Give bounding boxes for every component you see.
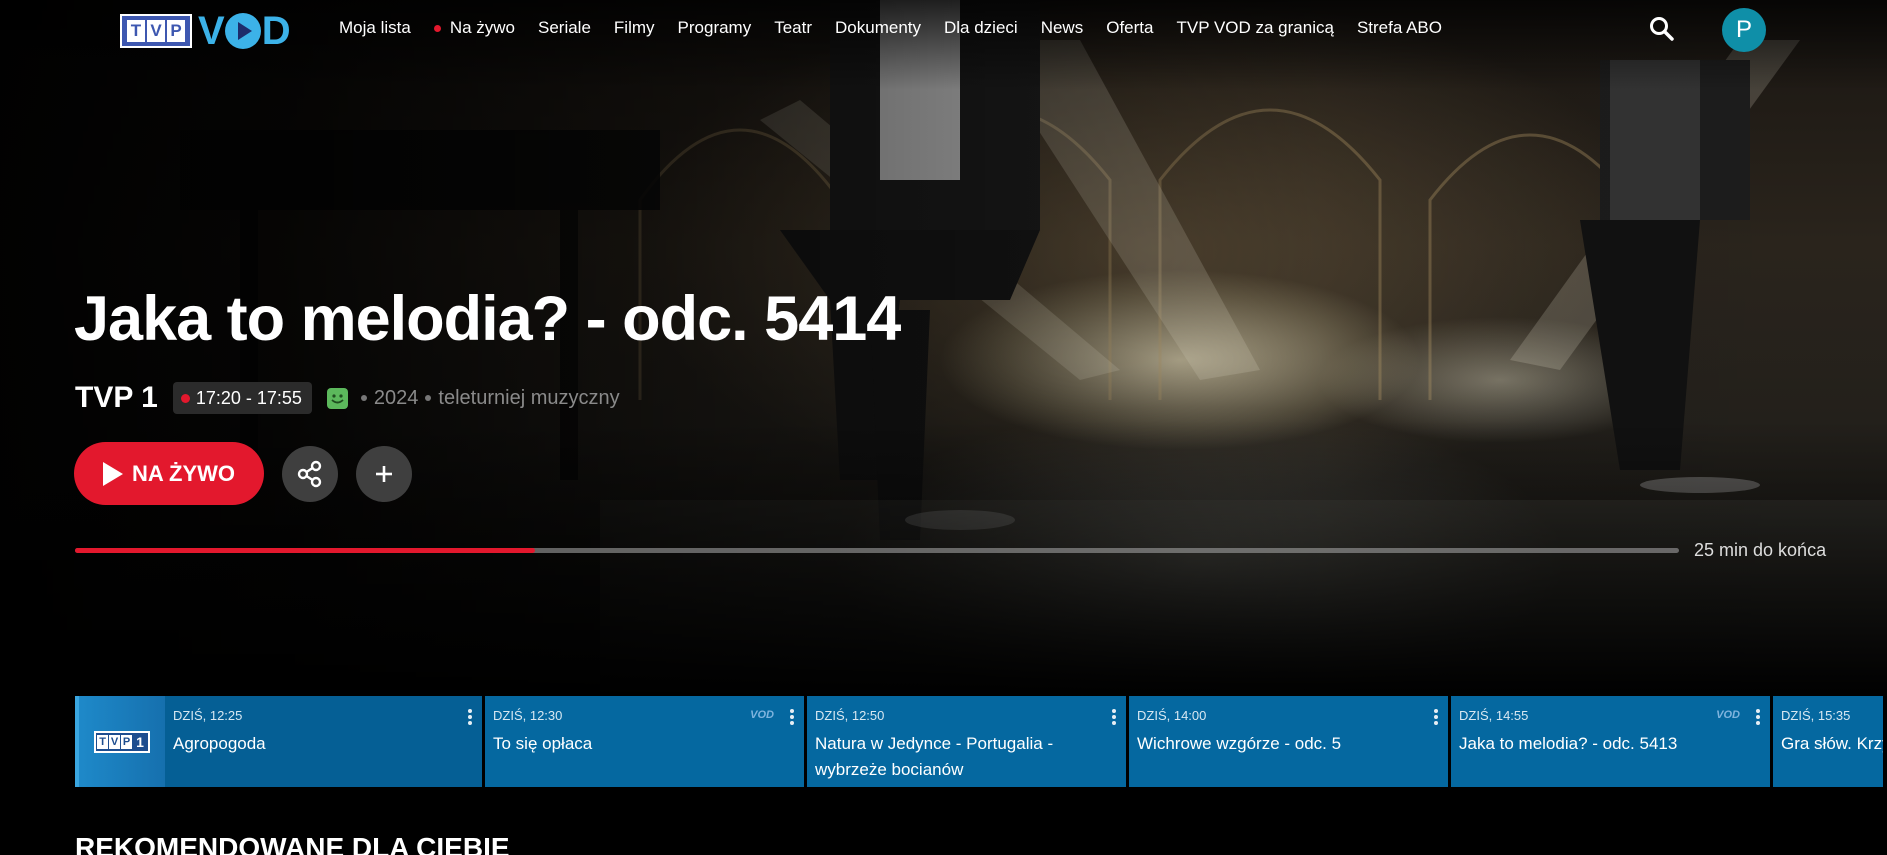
epg-item[interactable]: DZIŚ, 12:50 Natura w Jedynce - Portugali… — [807, 696, 1126, 787]
vod-logo-icon: VD — [198, 9, 291, 53]
tvp-logo-icon: TVP — [120, 14, 192, 48]
add-to-list-button[interactable] — [356, 445, 412, 502]
watch-live-label: NA ŻYWO — [131, 460, 236, 486]
epg-title: Natura w Jedynce - Portugalia - wybrzeże… — [815, 734, 1054, 779]
epg-time: DZIŚ, 15:35 — [1781, 708, 1851, 723]
hero-actions: NA ŻYWO — [74, 442, 412, 505]
epg-item[interactable]: DZIŚ, 14:55 Jaka to melodia? - odc. 5413… — [1451, 696, 1770, 787]
search-icon — [1650, 17, 1674, 41]
age-rating-all-icon — [326, 387, 348, 409]
nav-item-vod-za-granica[interactable]: TVP VOD za granicą — [1176, 18, 1333, 38]
nav-label: News — [1040, 18, 1084, 37]
nav-label: Seriale — [538, 18, 591, 37]
program-genre: teleturniej muzyczny — [438, 386, 620, 409]
nav-label: Programy — [677, 18, 752, 37]
program-year: 2024 — [373, 386, 419, 409]
nav-item-filmy[interactable]: Filmy — [614, 18, 655, 38]
epg-title: To się opłaca — [493, 734, 593, 753]
time-range-badge: 17:20 - 17:55 — [172, 382, 312, 414]
channel-name: TVP 1 — [75, 381, 158, 414]
more-options-icon[interactable] — [1434, 709, 1438, 725]
more-options-icon[interactable] — [1112, 709, 1116, 725]
epg-strip: TVP1 DZIŚ, 12:25 Agropogoda DZIŚ, 12:30 … — [75, 696, 1886, 787]
epg-item[interactable]: DZIŚ, 12:25 Agropogoda — [165, 696, 482, 787]
vod-badge-icon: VOD — [750, 709, 774, 721]
nav-item-na-zywo[interactable]: Na żywo — [433, 18, 515, 38]
main-nav: Moja lista Na żywo Seriale Filmy Program… — [339, 18, 1465, 38]
epg-item[interactable]: DZIŚ, 15:35 Gra słów. Krzyżówka — [1773, 696, 1883, 787]
play-icon — [102, 461, 123, 486]
plus-icon — [376, 465, 392, 482]
live-progress-fill — [75, 548, 536, 553]
more-options-icon[interactable] — [468, 709, 472, 725]
more-options-icon[interactable] — [1756, 709, 1760, 725]
meta-separator — [425, 395, 432, 401]
nav-item-oferta[interactable]: Oferta — [1106, 18, 1153, 38]
tvp-vod-logo[interactable]: TVP VD — [120, 9, 291, 53]
section-title-recommended: REKOMENDOWANE DLA CIEBIE — [75, 832, 510, 855]
epg-title: Gra słów. Krzyżówka — [1781, 734, 1883, 753]
nav-item-news[interactable]: News — [1041, 18, 1084, 38]
nav-item-teatr[interactable]: Teatr — [774, 18, 812, 38]
nav-item-moja-lista[interactable]: Moja lista — [339, 18, 411, 38]
nav-label: Filmy — [613, 18, 655, 37]
time-remaining: 25 min do końca — [1694, 540, 1827, 560]
tvp1-logo-icon: TVP1 — [94, 730, 150, 753]
nav-item-dla-dzieci[interactable]: Dla dzieci — [944, 18, 1018, 38]
more-options-icon[interactable] — [790, 709, 794, 725]
epg-title: Jaka to melodia? - odc. 5413 — [1459, 734, 1678, 753]
time-range: 17:20 - 17:55 — [195, 387, 302, 408]
epg-item[interactable]: DZIŚ, 12:30 To się opłaca VOD — [485, 696, 804, 787]
page: TVP VD Moja lista Na żywo Seriale Filmy … — [0, 0, 1887, 855]
nav-item-dokumenty[interactable]: Dokumenty — [835, 18, 921, 38]
live-dot-icon — [180, 393, 190, 403]
live-progress-bar — [75, 548, 1679, 553]
nav-label: Dokumenty — [835, 18, 921, 37]
nav-label: Moja lista — [339, 18, 411, 37]
search-button[interactable] — [1648, 15, 1676, 43]
share-button[interactable] — [282, 445, 338, 502]
nav-label: Na żywo — [449, 18, 515, 37]
epg-time: DZIŚ, 12:25 — [173, 708, 243, 723]
epg-title: Agropogoda — [173, 734, 266, 753]
top-header: TVP VD Moja lista Na żywo Seriale Filmy … — [0, 0, 1887, 60]
epg-time: DZIŚ, 14:00 — [1137, 708, 1207, 723]
nav-label: Strefa ABO — [1356, 18, 1442, 37]
epg-item[interactable]: DZIŚ, 14:00 Wichrowe wzgórze - odc. 5 — [1129, 696, 1448, 787]
watch-live-button[interactable]: NA ŻYWO — [74, 442, 264, 505]
program-meta: TVP 1 17:20 - 17:55 2024 teleturniej muz… — [75, 381, 620, 415]
channel-logo-tvp1[interactable]: TVP1 — [75, 696, 165, 787]
epg-title: Wichrowe wzgórze - odc. 5 — [1137, 734, 1342, 753]
nav-item-strefa-abo[interactable]: Strefa ABO — [1357, 18, 1442, 38]
nav-label: Oferta — [1106, 18, 1154, 37]
vod-badge-icon: VOD — [1716, 709, 1740, 721]
nav-label: Dla dzieci — [944, 18, 1018, 37]
user-avatar[interactable]: P — [1722, 8, 1766, 52]
program-title: Jaka to melodia? - odc. 5414 — [74, 284, 901, 354]
nav-item-seriale[interactable]: Seriale — [538, 18, 591, 38]
nav-item-programy[interactable]: Programy — [678, 18, 752, 38]
share-icon — [297, 460, 322, 487]
meta-separator — [360, 395, 367, 401]
epg-time: DZIŚ, 12:50 — [815, 708, 885, 723]
live-dot-icon — [433, 24, 441, 32]
nav-label: Teatr — [774, 18, 813, 37]
nav-label: TVP VOD za granicą — [1176, 18, 1334, 37]
